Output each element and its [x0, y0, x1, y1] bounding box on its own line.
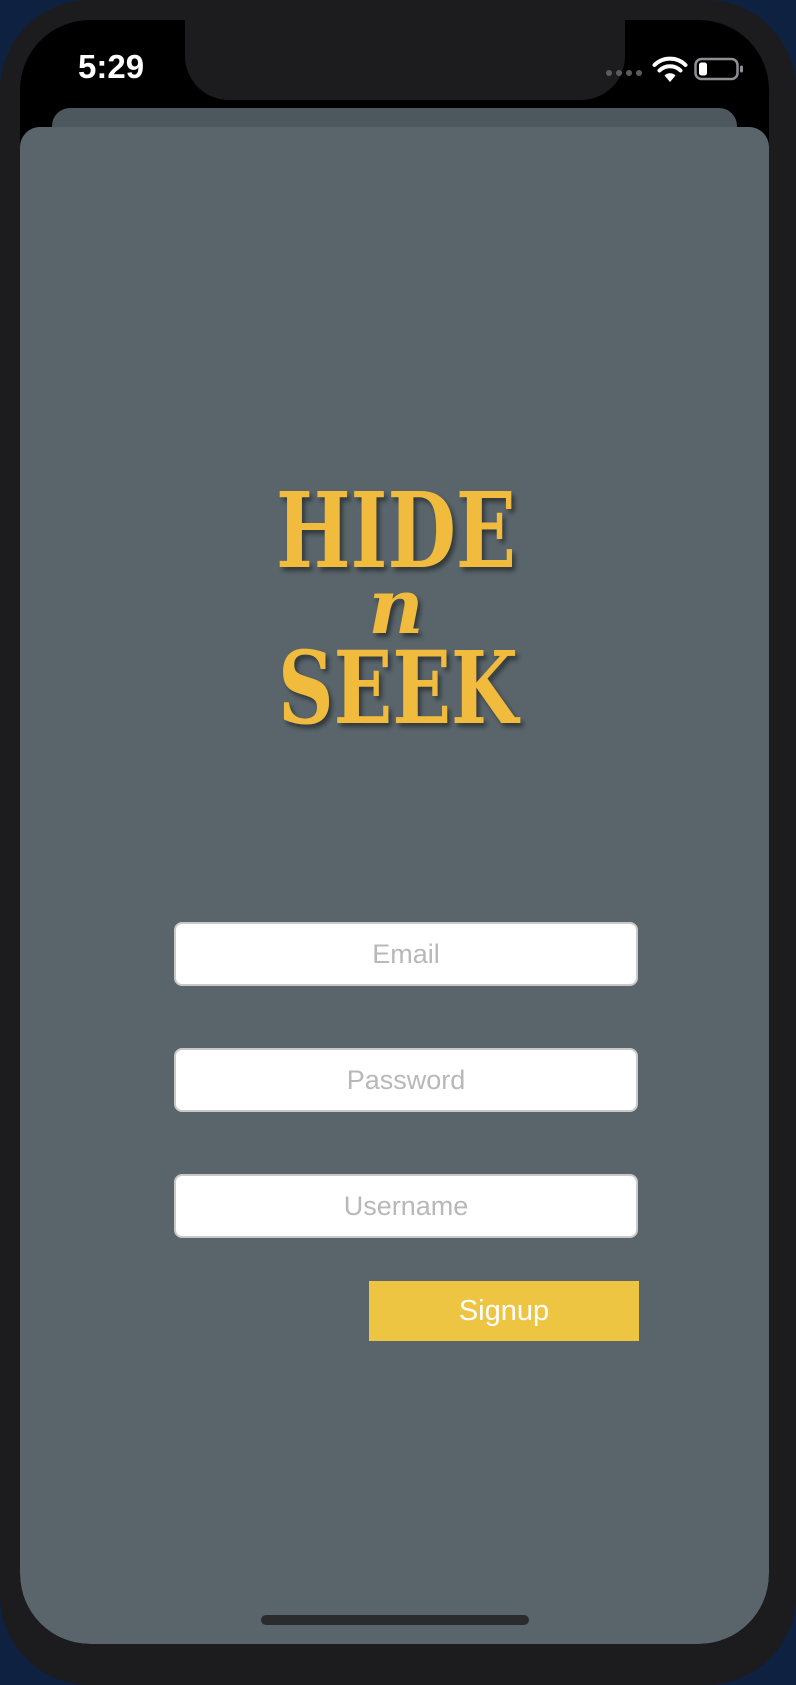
password-field[interactable] [174, 1048, 638, 1112]
signup-sheet: HIDE n SEEK Signup [20, 127, 769, 1644]
cellular-signal-icon [606, 70, 642, 76]
email-field[interactable] [174, 922, 638, 986]
status-time: 5:29 [78, 48, 145, 85]
battery-icon [694, 57, 743, 81]
screen: HIDE n SEEK Signup 5:29 [20, 20, 769, 1644]
camera-notch [185, 20, 625, 100]
username-field[interactable] [174, 1174, 638, 1238]
phone-frame: HIDE n SEEK Signup 5:29 [0, 0, 796, 1685]
signup-button[interactable]: Signup [369, 1281, 639, 1341]
logo-text-seek: SEEK [278, 629, 520, 737]
wifi-icon [652, 56, 688, 82]
home-indicator [261, 1615, 529, 1625]
hide-n-seek-logo: HIDE n SEEK [276, 469, 520, 737]
